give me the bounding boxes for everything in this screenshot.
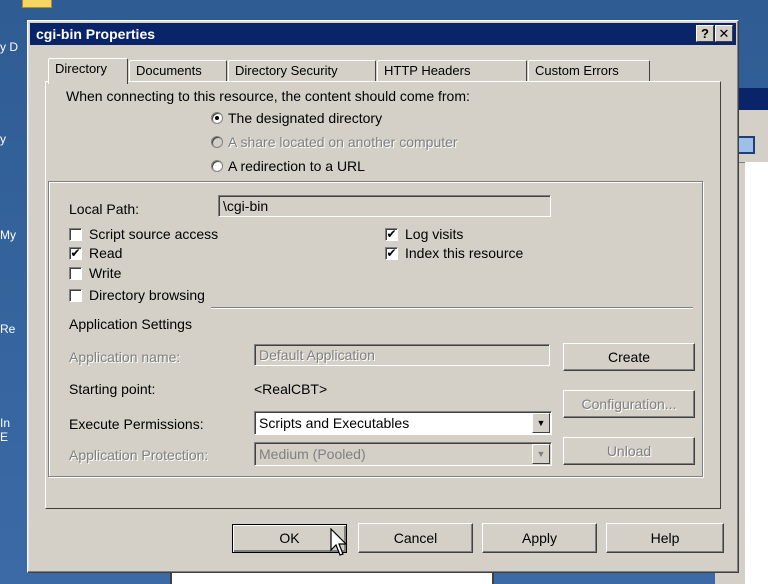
tab-directory[interactable]: Directory (48, 58, 128, 84)
desktop-icon-label: My (0, 228, 16, 242)
app-name-field[interactable]: Default Application (254, 344, 550, 366)
starting-point-value: <RealCBT> (254, 381, 328, 397)
tab-http-headers[interactable]: HTTP Headers (377, 60, 527, 82)
local-path-label: Local Path: (69, 201, 140, 217)
dialog-title: cgi-bin Properties (36, 26, 156, 42)
tab-custom-errors[interactable]: Custom Errors (528, 60, 650, 82)
desktop-icon-label: In (0, 416, 11, 430)
app-name-label: Application name: (69, 349, 181, 365)
close-button[interactable]: ✕ (715, 25, 733, 42)
desktop-icon-label: E (0, 430, 9, 444)
app-protection-select[interactable]: Medium (Pooled) ▼ (254, 442, 552, 466)
separator (211, 307, 693, 309)
radio-icon (211, 136, 223, 148)
title-help-button[interactable]: ? (696, 25, 714, 42)
folder-icon (22, 0, 52, 8)
execute-permissions-label: Execute Permissions: (69, 416, 204, 432)
mouse-cursor-icon (330, 528, 348, 556)
create-button[interactable]: Create (563, 343, 695, 371)
cancel-button[interactable]: Cancel (358, 523, 473, 553)
help-button[interactable]: Help (606, 523, 724, 553)
properties-dialog: cgi-bin Properties ? ✕ Directory Documen… (27, 20, 739, 573)
desktop-icon-label: y D (0, 40, 18, 54)
checkbox-box (69, 289, 82, 302)
checkbox-box (69, 267, 82, 280)
checkmark-icon: ✔ (385, 227, 398, 241)
radio-selected-icon (211, 112, 223, 124)
dialog-titlebar[interactable]: cgi-bin Properties ? ✕ (30, 23, 736, 45)
unload-button[interactable]: Unload (563, 437, 695, 465)
desktop-icon-label: Re (0, 322, 16, 336)
checkmark-icon: ✔ (69, 246, 82, 260)
dropdown-arrow-icon[interactable]: ▼ (532, 444, 550, 464)
configuration-button[interactable]: Configuration... (563, 390, 695, 418)
source-prompt: When connecting to this resource, the co… (66, 88, 470, 104)
app-protection-value: Medium (Pooled) (259, 446, 366, 462)
local-path-field[interactable]: \cgi-bin (218, 195, 551, 217)
execute-permissions-value: Scripts and Executables (259, 415, 410, 431)
checkbox-box (69, 228, 82, 241)
settings-group: Local Path: \cgi-bin Script source acces… (48, 181, 703, 477)
starting-point-label: Starting point: (69, 381, 156, 397)
desktop-icon-label: y (0, 132, 6, 146)
dropdown-arrow-icon[interactable]: ▼ (532, 413, 550, 433)
execute-permissions-select[interactable]: Scripts and Executables ▼ (254, 411, 552, 435)
background-window-content (745, 162, 768, 584)
app-settings-heading: Application Settings (69, 316, 192, 332)
radio-icon (211, 160, 223, 172)
tab-documents[interactable]: Documents (129, 60, 227, 82)
app-protection-label: Application Protection: (69, 447, 209, 463)
checkmark-icon: ✔ (385, 246, 398, 260)
tab-directory-security[interactable]: Directory Security (228, 60, 376, 82)
apply-button[interactable]: Apply (482, 523, 597, 553)
